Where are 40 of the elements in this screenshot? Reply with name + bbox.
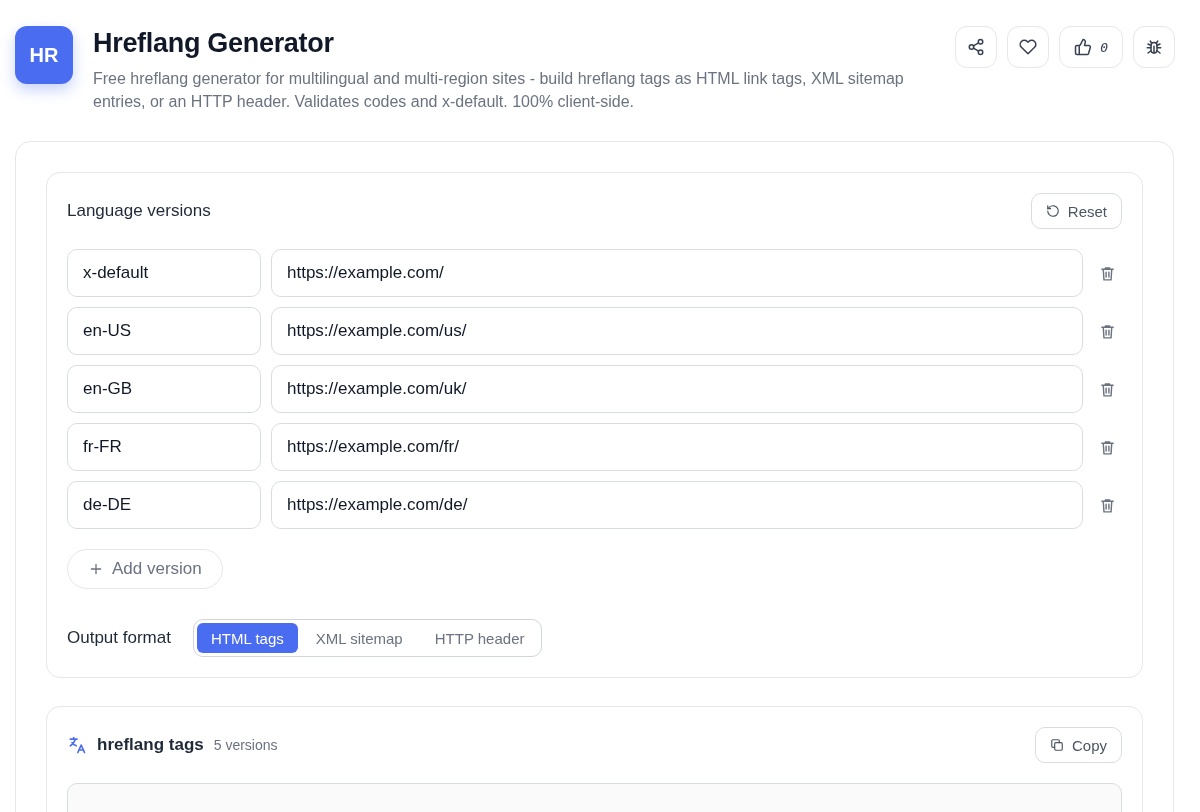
url-field[interactable]: https://example.com/de/ [271, 481, 1083, 529]
translate-icon [67, 735, 87, 755]
favorite-button[interactable] [1007, 26, 1050, 68]
trash-icon [1099, 264, 1116, 282]
share-icon [967, 38, 986, 56]
language-code-field[interactable]: x-default [67, 249, 261, 297]
language-code-field[interactable]: de-DE [67, 481, 261, 529]
page-description: Free hreflang generator for multilingual and multi-region sites - build hreflang tags as HTML link tags, XML sitemap entries, or an HTTP header. Validates codes and x-default. 100% client-side. [93, 69, 905, 112]
format-tab[interactable]: HTTP header [420, 623, 539, 653]
copy-icon [1049, 738, 1064, 752]
thumbs-up-icon [1074, 38, 1093, 56]
trash-icon [1099, 322, 1116, 340]
format-tab[interactable]: HTML tags [196, 623, 298, 653]
language-code-field[interactable]: fr-FR [67, 423, 261, 471]
report-bug-button[interactable] [1133, 26, 1175, 68]
share-button[interactable] [955, 26, 998, 68]
language-code-field[interactable]: en-US [67, 307, 261, 355]
plus-icon [88, 561, 104, 577]
trash-icon [1099, 496, 1116, 514]
copy-button[interactable]: Copy [1034, 727, 1122, 763]
section-title: Language versions [67, 201, 211, 221]
url-field[interactable]: https://example.com/fr/ [271, 423, 1083, 471]
add-version-button[interactable]: Add version [67, 549, 223, 589]
heart-icon [1019, 38, 1038, 56]
format-tab[interactable]: XML sitemap [301, 623, 417, 653]
like-button[interactable]: 0 [1059, 26, 1123, 68]
app-logo: HR [15, 26, 73, 84]
page-title: Hreflang Generator [93, 28, 335, 59]
url-field[interactable]: https://example.com/uk/ [271, 365, 1083, 413]
section-title: hreflang tags [97, 735, 204, 755]
language-code-field[interactable]: en-GB [67, 365, 261, 413]
trash-icon [1099, 380, 1116, 398]
url-field[interactable]: https://example.com/ [271, 249, 1083, 297]
field-label: Output format [67, 628, 171, 648]
version-count: 5 versions [213, 737, 278, 753]
url-field[interactable]: https://example.com/us/ [271, 307, 1083, 355]
undo-icon [1045, 204, 1060, 218]
trash-icon [1099, 438, 1116, 456]
reset-button[interactable]: Reset [1030, 193, 1122, 229]
bug-icon [1145, 38, 1163, 56]
